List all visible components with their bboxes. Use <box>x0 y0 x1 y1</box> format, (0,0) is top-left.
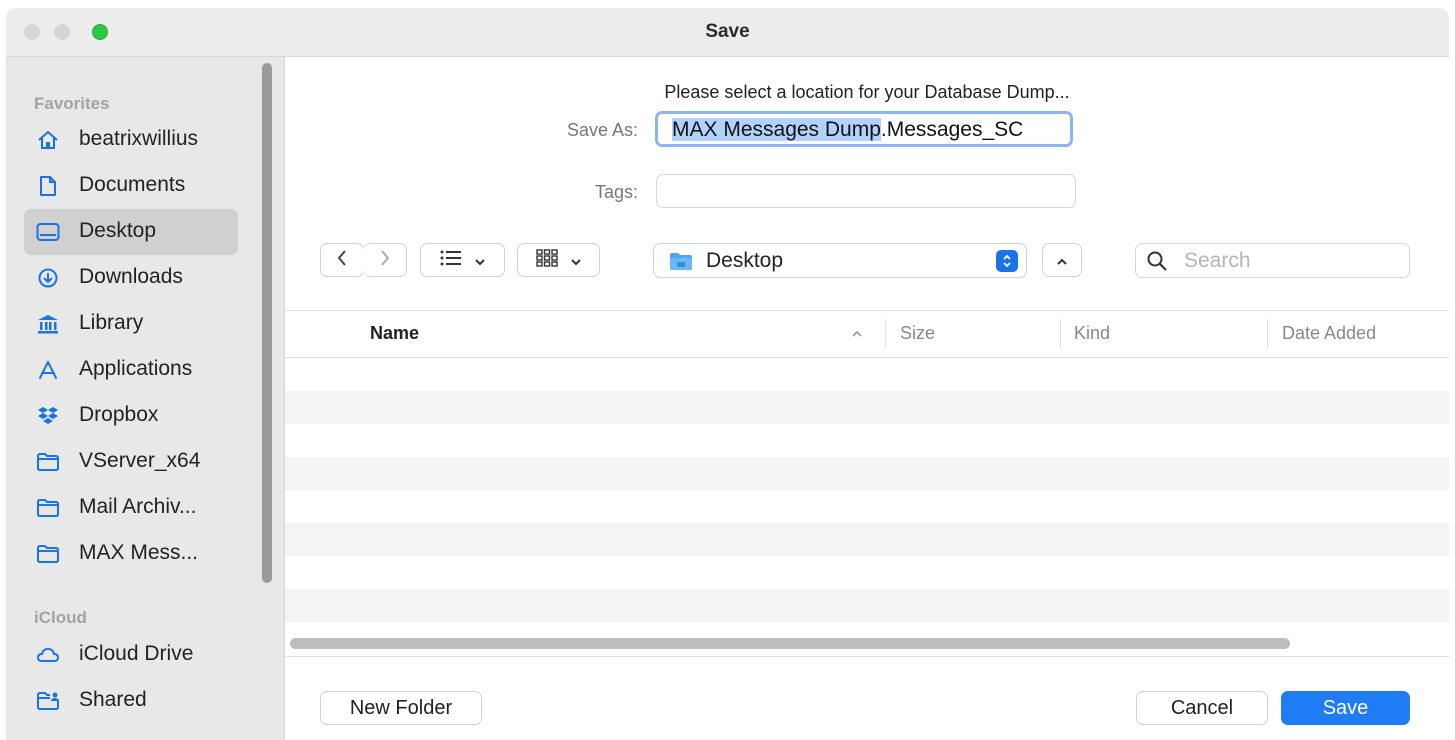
list-row <box>285 589 1449 622</box>
sidebar-item-label: Library <box>79 311 144 334</box>
sidebar-item-label: iCloud Drive <box>79 642 194 665</box>
column-size[interactable]: Size <box>900 323 935 344</box>
save-button[interactable]: Save <box>1281 691 1410 725</box>
chevron-down-icon <box>474 250 486 271</box>
applications-icon <box>36 358 60 382</box>
sidebar-item-library[interactable]: Library <box>24 301 238 347</box>
group-options-button[interactable] <box>517 243 600 277</box>
collapse-button[interactable] <box>1042 243 1082 277</box>
list-row <box>285 391 1449 424</box>
chevron-right-icon <box>379 249 391 272</box>
sidebar-item-label: Applications <box>79 357 193 380</box>
sidebar-item-label: VServer_x64 <box>79 449 201 472</box>
save-as-field[interactable]: MAX Messages Dump.Messages_SC <box>655 111 1073 147</box>
chevron-left-icon <box>336 249 348 272</box>
location-popup[interactable]: Desktop <box>653 243 1027 278</box>
sidebar-item-label: Downloads <box>79 265 183 288</box>
cancel-button[interactable]: Cancel <box>1136 691 1268 725</box>
file-list[interactable] <box>285 358 1449 632</box>
list-row <box>285 490 1449 523</box>
location-name: Desktop <box>706 249 784 272</box>
sidebar-item-dropbox[interactable]: Dropbox <box>24 393 238 439</box>
sidebar-item-max-messages[interactable]: MAX Mess... <box>24 531 238 577</box>
list-row <box>285 523 1449 556</box>
search-icon <box>1146 250 1168 272</box>
save-as-rest-text: .Messages_SC <box>880 118 1024 141</box>
sidebar-item-label: Dropbox <box>79 403 159 426</box>
dialog-prompt: Please select a location for your Databa… <box>664 82 1070 102</box>
chevron-up-icon <box>851 325 863 341</box>
favorites-section-header: Favorites <box>34 94 110 113</box>
sidebar-item-documents[interactable]: Documents <box>24 163 238 209</box>
sidebar-item-icloud-drive[interactable]: iCloud Drive <box>24 632 238 678</box>
sidebar-item-label: beatrixwillius <box>79 127 199 150</box>
document-icon <box>36 174 60 198</box>
main-panel: Please select a location for your Databa… <box>285 57 1449 740</box>
icloud-section-header: iCloud <box>34 608 87 627</box>
folder-icon <box>669 252 693 271</box>
folder-icon <box>36 496 60 520</box>
sidebar-item-desktop[interactable]: Desktop <box>24 209 238 255</box>
sidebar-item-label: Documents <box>79 173 186 196</box>
search-field[interactable] <box>1135 243 1410 278</box>
column-kind[interactable]: Kind <box>1074 323 1110 344</box>
stepper-icon <box>996 250 1018 272</box>
home-icon <box>36 128 60 152</box>
desktop-icon <box>36 220 60 244</box>
list-row <box>285 358 1449 391</box>
download-icon <box>36 266 60 290</box>
sidebar-scrollbar[interactable] <box>262 63 272 583</box>
view-options-button[interactable] <box>420 243 505 277</box>
tags-label: Tags: <box>594 182 638 202</box>
sidebar-item-downloads[interactable]: Downloads <box>24 255 238 301</box>
sidebar-item-label: Shared <box>79 688 147 711</box>
tags-field[interactable] <box>656 174 1076 208</box>
list-row <box>285 556 1449 589</box>
new-folder-button[interactable]: New Folder <box>320 691 482 725</box>
sidebar-item-vserver[interactable]: VServer_x64 <box>24 439 238 485</box>
title-bar: Save <box>6 8 1449 57</box>
column-name[interactable]: Name <box>370 323 419 344</box>
chevron-down-icon <box>570 250 582 271</box>
folder-icon <box>36 542 60 566</box>
column-header: Name Size Kind Date Added <box>285 311 1449 358</box>
column-separator[interactable] <box>1060 319 1061 349</box>
column-separator[interactable] <box>1267 319 1268 349</box>
folder-icon <box>36 450 60 474</box>
sidebar-item-label: MAX Mess... <box>79 541 199 564</box>
divider <box>285 656 1449 657</box>
sidebar: Favorites beatrixwillius Documents Deskt… <box>6 57 285 740</box>
forward-button[interactable] <box>363 243 407 277</box>
sidebar-item-home[interactable]: beatrixwillius <box>24 117 238 163</box>
search-input[interactable] <box>1182 248 1401 274</box>
chevron-up-icon <box>1056 250 1068 271</box>
save-as-selected-text: MAX Messages Dump <box>672 118 881 141</box>
window-title: Save <box>705 21 750 42</box>
list-row <box>285 424 1449 457</box>
sidebar-item-shared[interactable]: Shared <box>24 678 238 724</box>
sidebar-item-label: Desktop <box>79 219 157 242</box>
list-view-icon <box>440 250 462 271</box>
list-row <box>285 457 1449 490</box>
sidebar-item-applications[interactable]: Applications <box>24 347 238 393</box>
shared-folder-icon <box>36 689 60 713</box>
column-date-added[interactable]: Date Added <box>1282 323 1376 344</box>
save-as-label: Save As: <box>566 120 638 140</box>
cloud-icon <box>36 643 60 667</box>
dropbox-icon <box>36 404 60 428</box>
sidebar-item-label: Mail Archiv... <box>79 495 197 518</box>
save-dialog-window: Save Favorites beatrixwillius Documents … <box>6 8 1449 740</box>
sidebar-item-mail-archive[interactable]: Mail Archiv... <box>24 485 238 531</box>
grid-view-icon <box>535 248 558 272</box>
back-button[interactable] <box>320 243 364 277</box>
horizontal-scrollbar[interactable] <box>290 638 1290 649</box>
library-icon <box>36 312 60 336</box>
column-separator[interactable] <box>885 319 886 349</box>
